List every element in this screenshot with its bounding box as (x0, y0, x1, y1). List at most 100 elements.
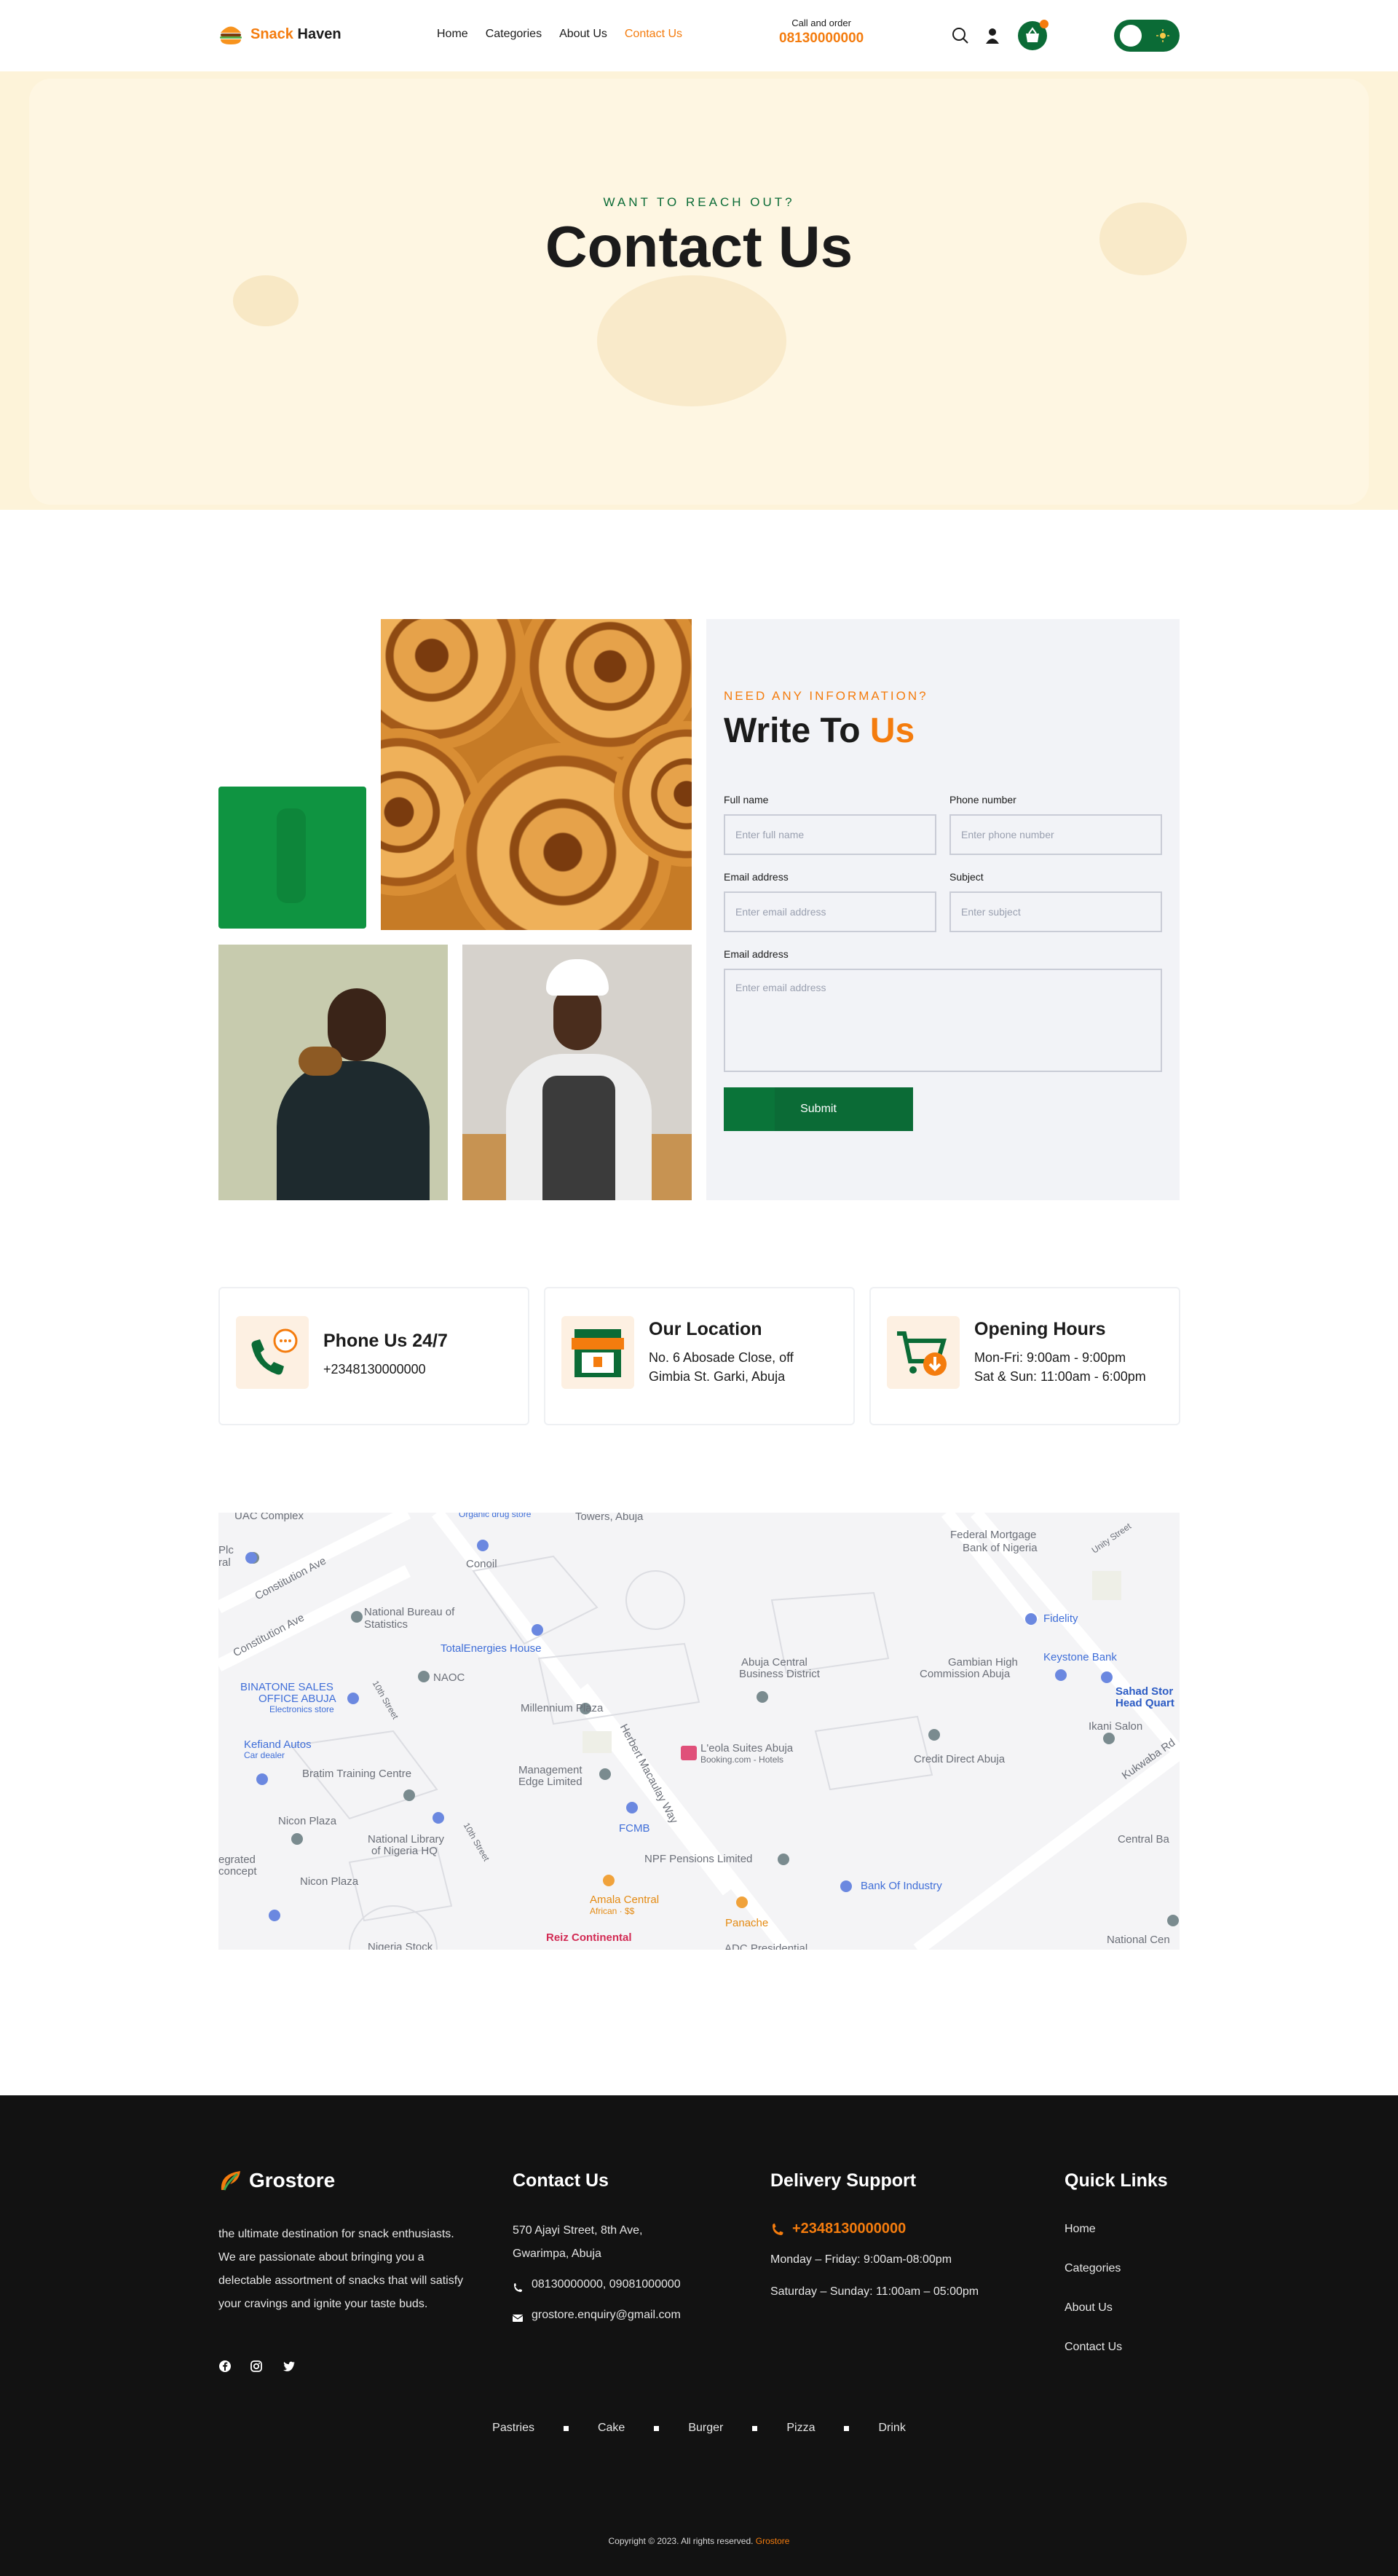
phone-card: Phone Us 24/7 +2348130000000 (218, 1287, 529, 1425)
phone-icon (773, 2224, 783, 2235)
contact-form-panel: NEED ANY INFORMATION? Write To Us Full n… (706, 619, 1180, 1200)
location-line-2: Gimbia St. Garki, Abuja (649, 1369, 786, 1384)
subject-field[interactable] (949, 891, 1162, 932)
email-label: Email address (724, 871, 789, 883)
support-weekday-hours: Monday – Friday: 9:00am-08:00pm (770, 2253, 952, 2266)
storefront-icon (561, 1316, 634, 1389)
map-label: Ikani Salon (1089, 1720, 1143, 1733)
cart-badge (1040, 20, 1048, 28)
footer-link-home[interactable]: Home (1065, 2223, 1096, 2236)
map-label: OFFICE ABUJA (258, 1693, 336, 1705)
message-field[interactable] (724, 969, 1162, 1072)
nav-contact-us[interactable]: Contact Us (625, 28, 682, 41)
footer-phones[interactable]: 08130000000, 09081000000 (532, 2273, 681, 2296)
weekday-hours: Mon-Fri: 9:00am - 9:00pm (974, 1350, 1126, 1365)
cart-download-icon (887, 1316, 960, 1389)
submit-button[interactable]: Submit (724, 1087, 913, 1131)
nav-categories[interactable]: Categories (486, 28, 542, 41)
call-to-order: Call and order 08130000000 (779, 17, 864, 47)
sun-icon (1156, 29, 1169, 42)
form-eyebrow: NEED ANY INFORMATION? (724, 689, 928, 703)
map-label: Amala Central (590, 1894, 660, 1906)
form-title-accent: Us (869, 712, 915, 750)
phone-card-number[interactable]: +2348130000000 (323, 1360, 426, 1379)
site-header: Snack Haven Home Categories About Us Con… (0, 0, 1398, 71)
raisin-buns-image (381, 619, 692, 930)
map-label: NPF Pensions Limited (644, 1853, 753, 1865)
footer-contact-title: Contact Us (513, 2170, 609, 2191)
map-label: Credit Direct Abuja (914, 1753, 1006, 1765)
facebook-icon[interactable] (218, 2360, 232, 2373)
footer-logo[interactable]: Grostore (218, 2168, 335, 2193)
call-number[interactable]: 08130000000 (779, 31, 864, 47)
footer-email[interactable]: grostore.enquiry@gmail.com (532, 2304, 681, 2327)
category-drink[interactable]: Drink (878, 2422, 905, 2435)
theme-toggle[interactable] (1114, 20, 1180, 52)
map-label: Federal Mortgage (950, 1529, 1037, 1541)
category-burger[interactable]: Burger (688, 2422, 723, 2435)
chef-image (462, 945, 692, 1200)
category-cake[interactable]: Cake (598, 2422, 625, 2435)
footer-address-line-2: Gwarimpa, Abuja (513, 2248, 601, 2260)
cart-button[interactable] (1018, 20, 1048, 50)
weekend-hours: Sat & Sun: 11:00am - 6:00pm (974, 1369, 1146, 1384)
full-name-field[interactable] (724, 814, 936, 855)
footer-link-categories[interactable]: Categories (1065, 2262, 1121, 2275)
green-bottle-image (218, 787, 366, 929)
map-label: Nigeria Stock (368, 1941, 433, 1950)
full-name-label: Full name (724, 794, 769, 806)
map-label: Fidelity (1043, 1612, 1078, 1625)
logo-word-haven: Haven (297, 25, 341, 42)
map-label: Bratim Training Centre (302, 1768, 412, 1780)
man-eating-burger-image (218, 945, 448, 1200)
phone-field[interactable] (949, 814, 1162, 855)
map-label: NAOC (433, 1671, 465, 1684)
hero-burger-watermark (597, 275, 786, 406)
map-label: Conoil (466, 1558, 497, 1570)
category-pizza[interactable]: Pizza (786, 2422, 815, 2435)
subject-label: Subject (949, 871, 984, 883)
map-label: National Cen (1107, 1934, 1170, 1946)
map-label: Reiz Continental (546, 1931, 632, 1944)
site-logo[interactable]: Snack Haven (218, 22, 341, 47)
footer-logo-text: Grostore (249, 2169, 336, 2191)
message-label: Email address (724, 948, 789, 960)
support-weekend-hours: Saturday – Sunday: 11:00am – 05:00pm (770, 2285, 979, 2298)
map-label: Organic drug store (459, 1513, 532, 1519)
nav-home[interactable]: Home (437, 28, 468, 41)
logo-word-snack: Snack (250, 25, 293, 42)
site-footer: Grostore the ultimate destination for sn… (0, 2095, 1398, 2576)
user-icon[interactable] (983, 26, 1002, 45)
search-icon[interactable] (951, 26, 970, 45)
map-label: Gambian High (948, 1656, 1018, 1669)
twitter-icon[interactable] (283, 2360, 296, 2373)
location-map[interactable]: UAC Complex Organic drug store Towers, A… (218, 1513, 1180, 1950)
submit-label: Submit (800, 1103, 837, 1115)
footer-link-contact-us[interactable]: Contact Us (1065, 2341, 1122, 2354)
page-title: Contact Us (545, 214, 853, 279)
copyright-brand[interactable]: Grostore (756, 2536, 790, 2546)
footer-link-about-us[interactable]: About Us (1065, 2301, 1113, 2315)
phone-chat-icon (236, 1316, 309, 1389)
mail-icon (513, 2315, 523, 2322)
map-label: Commission Abuja (920, 1668, 1011, 1680)
hero-eyebrow: WANT TO REACH OUT? (603, 195, 795, 209)
nav-about-us[interactable]: About Us (559, 28, 607, 41)
footer-about: the ultimate destination for snack enthu… (218, 2228, 464, 2310)
email-field[interactable] (724, 891, 936, 932)
map-label: ral (218, 1556, 231, 1569)
map-label: National Bureau of (364, 1606, 455, 1618)
instagram-icon[interactable] (250, 2360, 263, 2373)
support-phone[interactable]: +2348130000000 (792, 2221, 906, 2237)
phone-icon (514, 2283, 522, 2292)
map-label: Car dealer (244, 1750, 285, 1760)
map-label: Plc (218, 1544, 234, 1556)
map-roads (218, 1513, 1180, 1950)
call-label: Call and order (791, 17, 851, 28)
category-pastries[interactable]: Pastries (492, 2422, 534, 2435)
footer-categories: Pastries Cake Burger Pizza Drink (0, 2422, 1398, 2435)
map-label: Keystone Bank (1043, 1651, 1117, 1663)
map-label: Bank Of Industry (861, 1880, 942, 1892)
leaf-logo-icon (221, 2171, 240, 2191)
map-label: National Library (368, 1833, 445, 1846)
